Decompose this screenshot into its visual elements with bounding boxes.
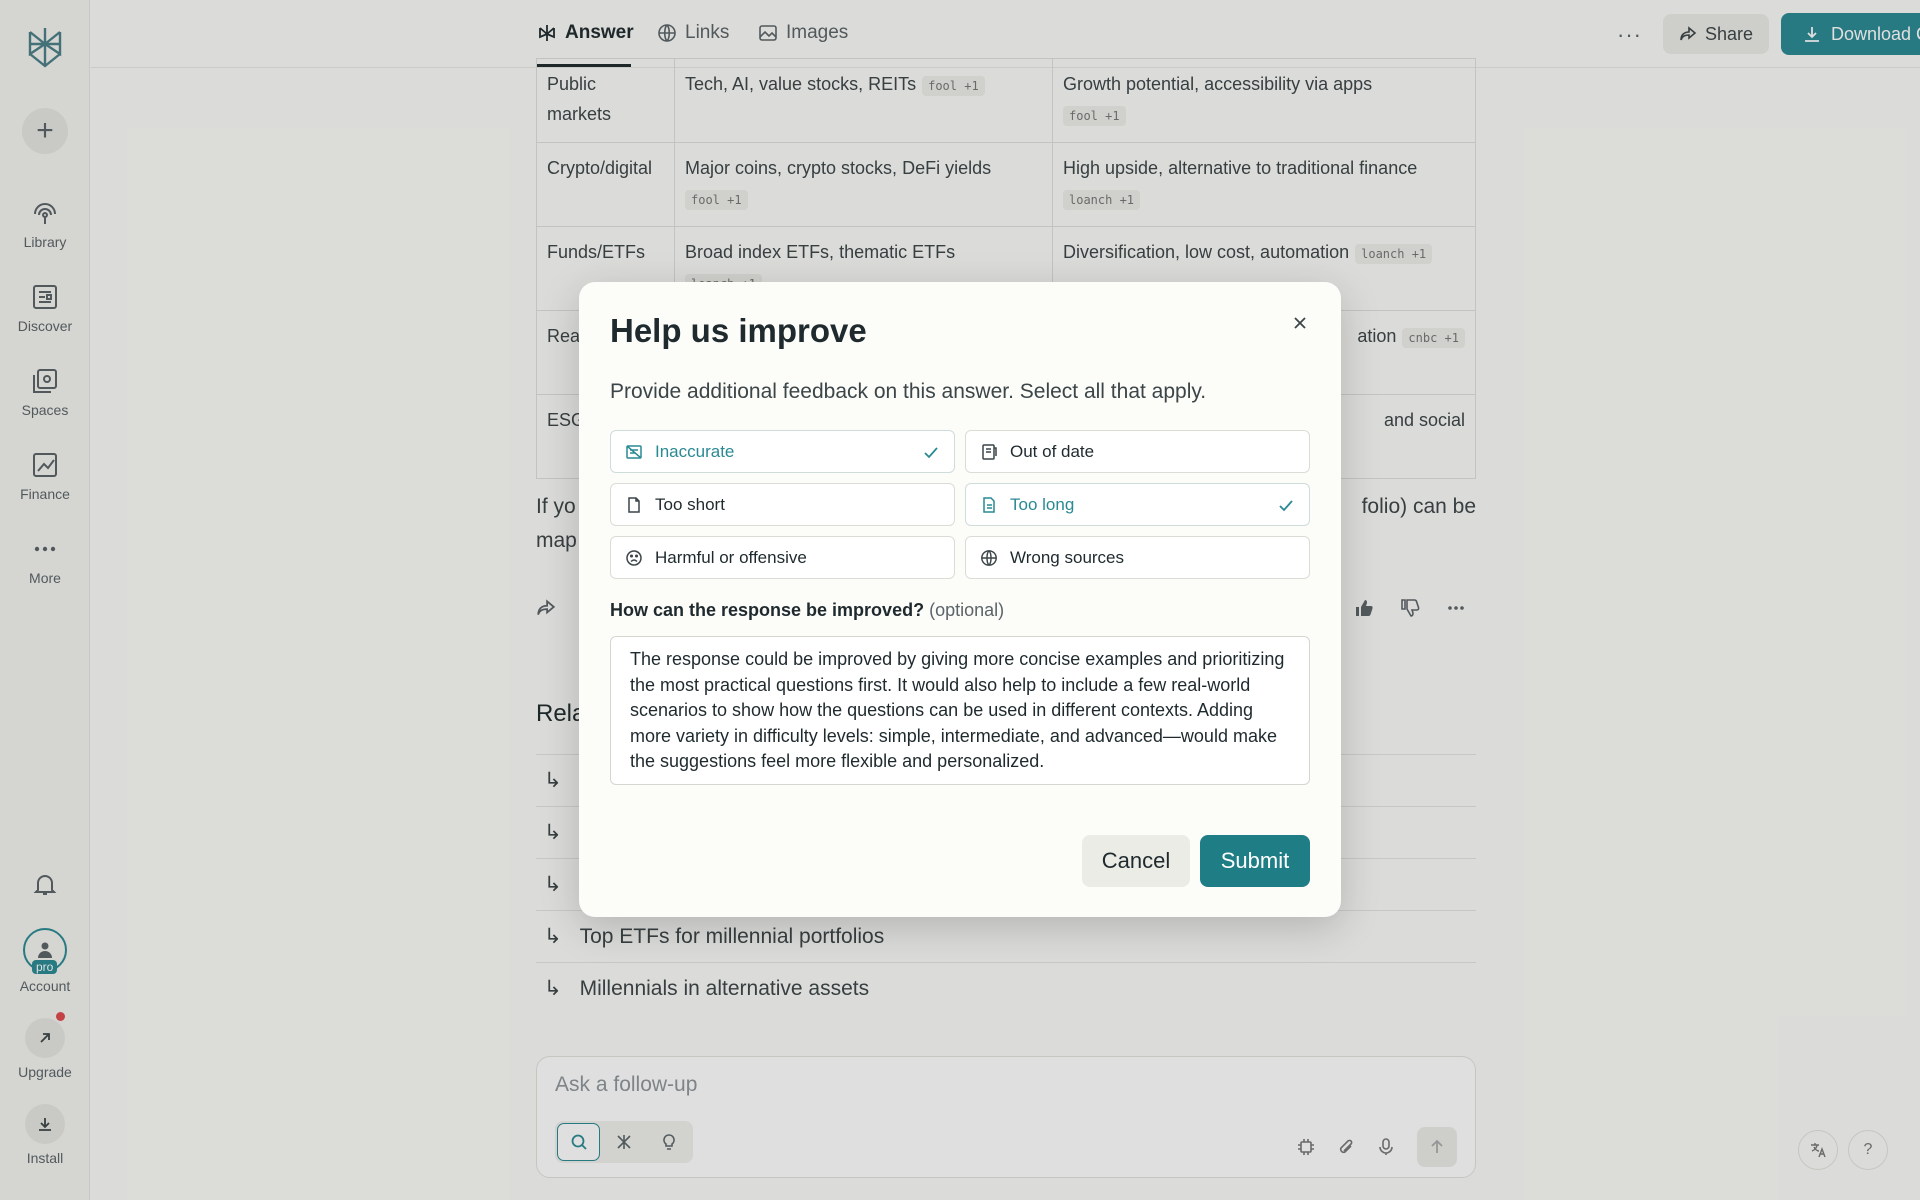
modal-subtitle: Provide additional feedback on this answ… xyxy=(610,380,1207,403)
optional-text: (optional) xyxy=(929,600,1005,620)
inaccurate-icon xyxy=(626,444,642,459)
option-label: Inaccurate xyxy=(655,441,735,461)
question-text: How can the response be improved? xyxy=(610,600,925,620)
option-label: Out of date xyxy=(1010,441,1095,461)
question-label: How can the response be improved? (optio… xyxy=(610,600,1004,621)
option-label: Wrong sources xyxy=(1010,547,1125,567)
calendar-icon xyxy=(982,443,997,460)
check-icon xyxy=(1279,500,1293,512)
document-lines-icon xyxy=(983,496,995,513)
feedback-modal: Help us improve Provide additional feedb… xyxy=(579,282,1341,917)
submit-button[interactable]: Submit xyxy=(1200,835,1310,887)
option-too-short[interactable]: Too short xyxy=(610,483,955,526)
cancel-button[interactable]: Cancel xyxy=(1082,835,1190,887)
feedback-textarea[interactable]: The response could be improved by giving… xyxy=(610,636,1310,785)
document-icon xyxy=(628,496,640,513)
option-label: Too long xyxy=(1010,494,1075,514)
option-inaccurate[interactable]: Inaccurate xyxy=(610,430,955,473)
check-icon xyxy=(924,447,938,459)
modal-title: Help us improve xyxy=(610,312,867,349)
globe-icon xyxy=(981,549,997,566)
option-harmful[interactable]: Harmful or offensive xyxy=(610,536,955,579)
option-label: Harmful or offensive xyxy=(655,547,807,567)
option-label: Too short xyxy=(655,494,725,514)
close-icon xyxy=(1294,317,1306,329)
frown-icon xyxy=(626,549,642,566)
option-out-of-date[interactable]: Out of date xyxy=(965,430,1310,473)
option-too-long[interactable]: Too long xyxy=(965,483,1310,526)
close-button[interactable] xyxy=(1287,310,1313,336)
option-wrong-sources[interactable]: Wrong sources xyxy=(965,536,1310,579)
